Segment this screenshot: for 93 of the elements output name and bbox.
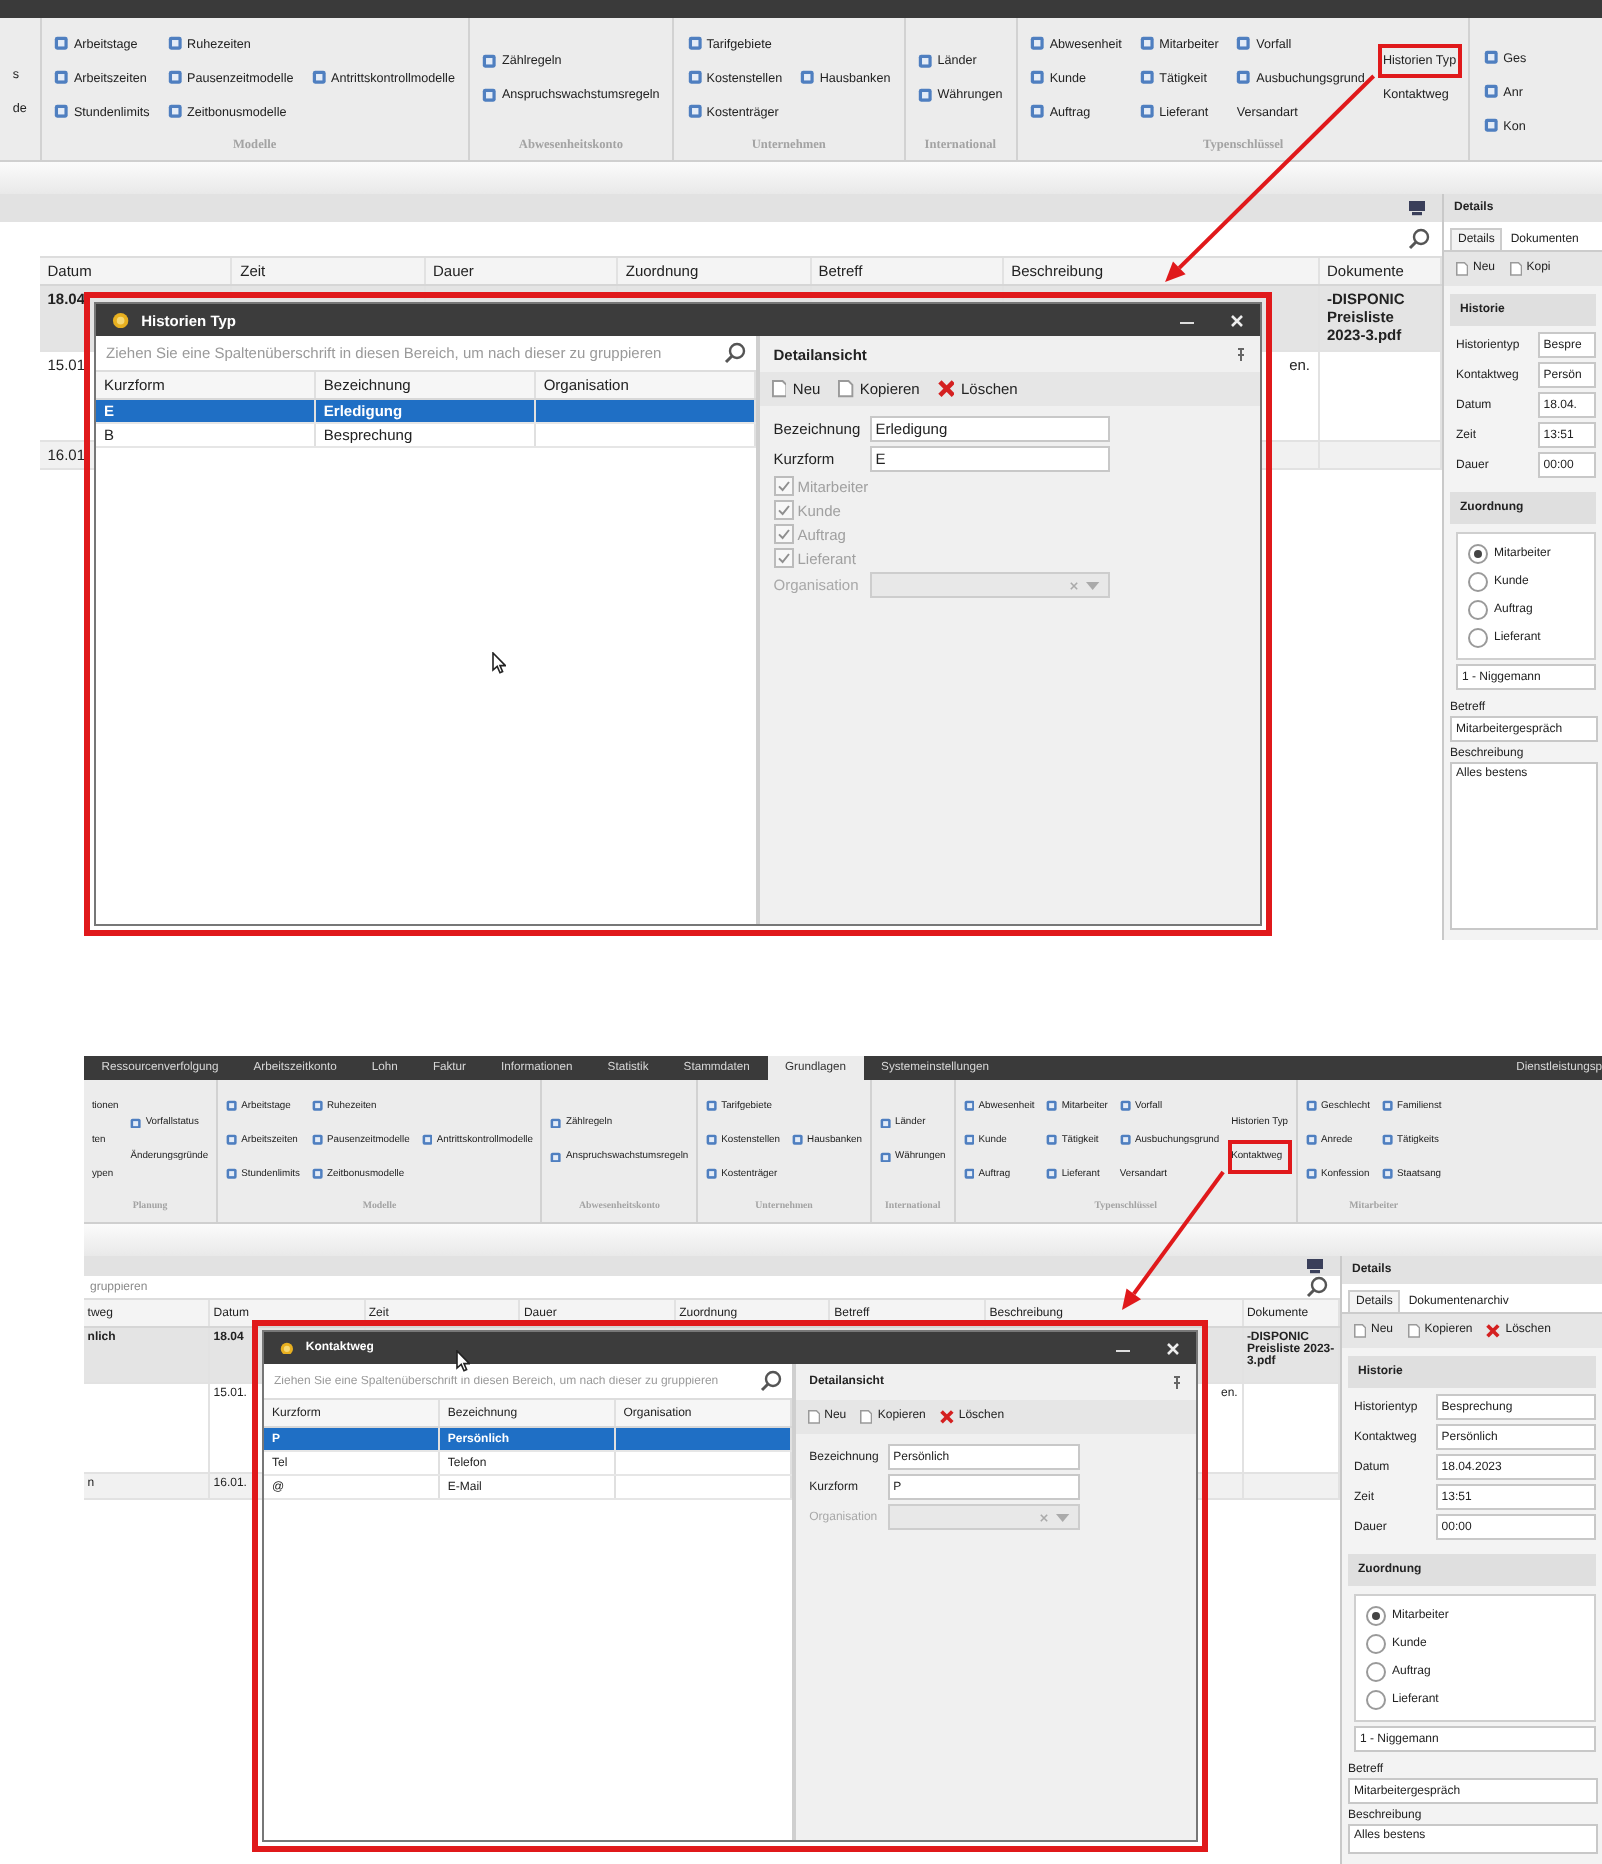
square-icon [687, 70, 702, 86]
square-icon [1305, 1168, 1318, 1180]
square-icon [1483, 50, 1499, 66]
square-icon [963, 1134, 975, 1146]
square-icon [687, 36, 702, 52]
square-icon [1046, 1168, 1058, 1180]
search-icon[interactable] [723, 342, 746, 364]
square-icon [1119, 1134, 1131, 1146]
square-icon [1381, 1100, 1394, 1112]
square-icon [1305, 1134, 1318, 1146]
square-icon [311, 1168, 324, 1180]
square-icon [879, 1151, 892, 1163]
square-icon [706, 1134, 718, 1146]
radio-button[interactable] [1366, 1662, 1386, 1682]
square-icon [1139, 36, 1155, 52]
document-icon [1354, 1324, 1367, 1338]
square-icon [917, 53, 933, 69]
square-icon [1381, 1168, 1394, 1180]
radio-button[interactable] [1468, 628, 1488, 648]
cursor-icon [492, 652, 506, 674]
radio-button[interactable] [1366, 1606, 1386, 1626]
delete-icon [937, 380, 955, 398]
square-icon [706, 1100, 718, 1112]
radio-button[interactable] [1468, 600, 1488, 620]
document-icon [838, 380, 854, 398]
square-icon [167, 70, 182, 86]
document-icon [860, 1410, 873, 1424]
square-icon [54, 70, 69, 86]
cursor-icon [456, 1350, 470, 1372]
clear-icon [1039, 1513, 1048, 1521]
radio-button[interactable] [1366, 1690, 1386, 1710]
square-icon [167, 36, 182, 52]
square-icon [226, 1134, 238, 1146]
radio-button[interactable] [1468, 572, 1488, 592]
square-icon [879, 1117, 892, 1129]
square-icon [1030, 36, 1045, 52]
square-icon [1139, 104, 1155, 120]
square-icon [1046, 1100, 1058, 1112]
square-icon [1030, 70, 1045, 86]
square-icon [917, 87, 933, 103]
square-icon [1236, 70, 1252, 86]
square-icon [167, 104, 182, 120]
caret-icon [1055, 1513, 1070, 1521]
coin-icon [112, 311, 130, 329]
square-icon [1236, 36, 1252, 52]
monitor-icon[interactable] [1306, 1258, 1324, 1274]
square-icon [1030, 104, 1045, 120]
document-icon [807, 1410, 820, 1424]
square-icon [226, 1100, 238, 1112]
square-icon [791, 1134, 804, 1146]
square-icon [482, 53, 497, 69]
square-icon [1483, 84, 1499, 100]
square-icon [1046, 1134, 1058, 1146]
search-icon[interactable] [759, 1370, 782, 1392]
square-icon [421, 1134, 433, 1146]
square-icon [54, 36, 69, 52]
document-icon [1456, 262, 1469, 276]
square-icon [311, 70, 326, 86]
caret-icon [1086, 581, 1100, 589]
square-icon [963, 1168, 975, 1180]
square-icon [800, 70, 815, 86]
square-icon [130, 1117, 142, 1129]
close-button[interactable] [1166, 1341, 1180, 1355]
square-icon [550, 1117, 563, 1129]
square-icon [1119, 1100, 1131, 1112]
square-icon [687, 104, 702, 120]
close-button[interactable] [1230, 313, 1244, 327]
square-icon [226, 1168, 238, 1180]
square-icon [311, 1134, 324, 1146]
document-icon [771, 380, 787, 398]
square-icon [54, 104, 69, 120]
document-icon [1407, 1324, 1420, 1338]
delete-icon [940, 1410, 954, 1424]
pin-icon[interactable] [1172, 1375, 1182, 1389]
square-icon [550, 1151, 563, 1163]
square-icon [1139, 70, 1155, 86]
document-icon [1509, 262, 1522, 276]
radio-button[interactable] [1468, 544, 1488, 564]
radio-button[interactable] [1366, 1634, 1386, 1654]
square-icon [311, 1100, 324, 1112]
square-icon [1483, 118, 1499, 134]
square-icon [1305, 1100, 1318, 1112]
delete-icon [1486, 1324, 1501, 1338]
square-icon [482, 87, 497, 103]
search-icon[interactable] [1408, 228, 1430, 250]
pin-icon[interactable] [1236, 347, 1246, 361]
square-icon [706, 1168, 718, 1180]
square-icon [963, 1100, 975, 1112]
search-icon[interactable] [1306, 1276, 1328, 1298]
square-icon [1381, 1134, 1394, 1146]
clear-icon [1070, 581, 1079, 589]
coin-icon [280, 1341, 294, 1355]
monitor-icon[interactable] [1408, 200, 1426, 216]
